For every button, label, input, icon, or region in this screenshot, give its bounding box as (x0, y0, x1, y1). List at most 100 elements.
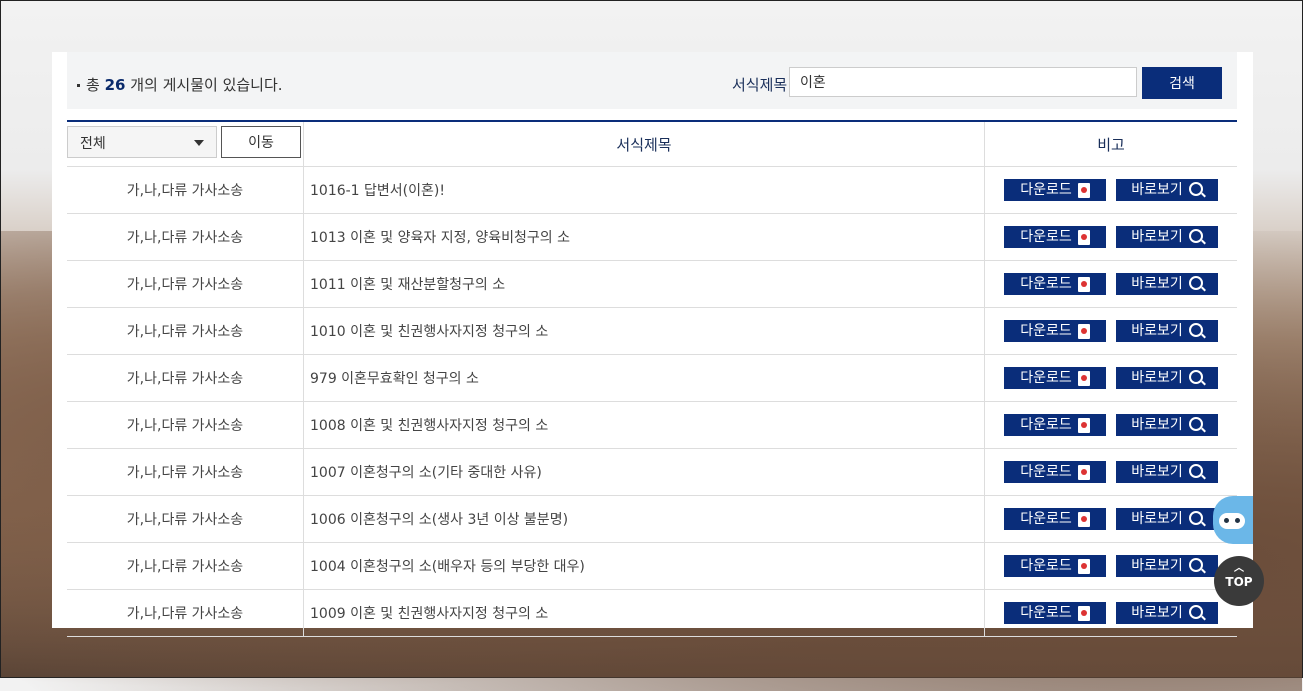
move-button[interactable]: 이동 (221, 126, 301, 158)
count-prefix: 총 (86, 76, 100, 94)
search-icon (1188, 275, 1203, 290)
download-label: 다운로드 (1020, 511, 1072, 527)
row-title[interactable]: 1007 이혼청구의 소(기타 중대한 사유) (303, 448, 985, 496)
table-row: 가,나,다류 가사소송 1006 이혼청구의 소(생사 3년 이상 불분명) 다운로… (67, 495, 1237, 543)
scroll-top-button[interactable]: ︿ TOP (1214, 556, 1264, 606)
view-label: 바로보기 (1131, 605, 1183, 621)
row-category: 가,나,다류 가사소송 (67, 589, 304, 637)
row-category: 가,나,다류 가사소송 (67, 448, 304, 496)
search-icon (1188, 557, 1203, 572)
download-button[interactable]: 다운로드 (1004, 508, 1106, 530)
file-icon (1077, 323, 1090, 339)
table-row: 가,나,다류 가사소송 1011 이혼 및 재산분할청구의 소 다운로드 바로보기 (67, 260, 1237, 308)
view-button[interactable]: 바로보기 (1116, 320, 1218, 342)
board-panel: 총 26 개의 게시물이 있습니다. 서식제목 검색 전체 이동 서식제목 비고… (52, 52, 1253, 637)
row-category: 가,나,다류 가사소송 (67, 401, 304, 449)
table-row: 가,나,다류 가사소송 1013 이혼 및 양육자 지정, 양육비청구의 소 다운로… (67, 213, 1237, 261)
table-header-row: 전체 이동 서식제목 비고 (67, 121, 1237, 167)
download-label: 다운로드 (1020, 417, 1072, 433)
row-category: 가,나,다류 가사소송 (67, 542, 304, 590)
download-button[interactable]: 다운로드 (1004, 179, 1106, 201)
file-icon (1077, 511, 1090, 527)
row-actions: 다운로드 바로보기 (984, 495, 1237, 543)
row-actions: 다운로드 바로보기 (984, 166, 1237, 214)
download-button[interactable]: 다운로드 (1004, 602, 1106, 624)
search-icon (1188, 416, 1203, 431)
search-icon (1188, 322, 1203, 337)
download-button[interactable]: 다운로드 (1004, 555, 1106, 577)
category-select-value: 전체 (80, 136, 106, 152)
row-actions: 다운로드 바로보기 (984, 448, 1237, 496)
row-category: 가,나,다류 가사소송 (67, 495, 304, 543)
view-button[interactable]: 바로보기 (1116, 273, 1218, 295)
robot-icon (1219, 513, 1245, 529)
note-header: 비고 (984, 121, 1237, 167)
row-title[interactable]: 1011 이혼 및 재산분할청구의 소 (303, 260, 985, 308)
view-label: 바로보기 (1131, 182, 1183, 198)
view-button[interactable]: 바로보기 (1116, 414, 1218, 436)
view-label: 바로보기 (1131, 323, 1183, 339)
row-title[interactable]: 1010 이혼 및 친권행사자지정 청구의 소 (303, 307, 985, 355)
view-label: 바로보기 (1131, 558, 1183, 574)
view-button[interactable]: 바로보기 (1116, 508, 1218, 530)
view-button[interactable]: 바로보기 (1116, 555, 1218, 577)
download-button[interactable]: 다운로드 (1004, 367, 1106, 389)
download-button[interactable]: 다운로드 (1004, 320, 1106, 342)
row-title[interactable]: 1004 이혼청구의 소(배우자 등의 부당한 대우) (303, 542, 985, 590)
top-label: TOP (1225, 575, 1253, 589)
file-icon (1077, 182, 1090, 198)
view-label: 바로보기 (1131, 464, 1183, 480)
download-label: 다운로드 (1020, 182, 1072, 198)
view-button[interactable]: 바로보기 (1116, 367, 1218, 389)
title-header: 서식제목 (303, 121, 985, 167)
search-icon (1188, 463, 1203, 478)
view-button[interactable]: 바로보기 (1116, 461, 1218, 483)
row-title[interactable]: 1009 이혼 및 친권행사자지정 청구의 소 (303, 589, 985, 637)
download-button[interactable]: 다운로드 (1004, 226, 1106, 248)
search-bar: 총 26 개의 게시물이 있습니다. 서식제목 검색 (67, 52, 1237, 109)
row-actions: 다운로드 바로보기 (984, 401, 1237, 449)
file-icon (1077, 464, 1090, 480)
download-label: 다운로드 (1020, 229, 1072, 245)
download-button[interactable]: 다운로드 (1004, 273, 1106, 295)
form-table: 전체 이동 서식제목 비고 가,나,다류 가사소송 1016-1 답변서(이혼)!… (67, 120, 1237, 637)
row-category: 가,나,다류 가사소송 (67, 213, 304, 261)
search-button[interactable]: 검색 (1142, 67, 1222, 99)
search-input[interactable] (789, 67, 1137, 97)
chatbot-button[interactable] (1213, 496, 1253, 544)
count-number: 26 (104, 76, 126, 94)
search-label: 서식제목 (732, 76, 788, 94)
view-button[interactable]: 바로보기 (1116, 226, 1218, 248)
view-label: 바로보기 (1131, 276, 1183, 292)
table-row: 가,나,다류 가사소송 1016-1 답변서(이혼)! 다운로드 바로보기 (67, 166, 1237, 214)
table-row: 가,나,다류 가사소송 1010 이혼 및 친권행사자지정 청구의 소 다운로드 바로… (67, 307, 1237, 355)
row-title[interactable]: 1016-1 답변서(이혼)! (303, 166, 985, 214)
bullet-icon (77, 84, 80, 87)
download-label: 다운로드 (1020, 276, 1072, 292)
file-icon (1077, 417, 1090, 433)
row-title[interactable]: 1013 이혼 및 양육자 지정, 양육비청구의 소 (303, 213, 985, 261)
view-label: 바로보기 (1131, 417, 1183, 433)
row-actions: 다운로드 바로보기 (984, 542, 1237, 590)
row-actions: 다운로드 바로보기 (984, 260, 1237, 308)
category-select[interactable]: 전체 (67, 126, 217, 158)
table-body: 가,나,다류 가사소송 1016-1 답변서(이혼)! 다운로드 바로보기 가,나,다류… (67, 166, 1237, 637)
search-icon (1188, 604, 1203, 619)
download-label: 다운로드 (1020, 558, 1072, 574)
file-icon (1077, 605, 1090, 621)
row-title[interactable]: 1008 이혼 및 친권행사자지정 청구의 소 (303, 401, 985, 449)
row-actions: 다운로드 바로보기 (984, 589, 1237, 637)
row-title[interactable]: 1006 이혼청구의 소(생사 3년 이상 불분명) (303, 495, 985, 543)
download-button[interactable]: 다운로드 (1004, 461, 1106, 483)
search-icon (1188, 510, 1203, 525)
view-label: 바로보기 (1131, 511, 1183, 527)
search-icon (1188, 369, 1203, 384)
row-category: 가,나,다류 가사소송 (67, 307, 304, 355)
row-title[interactable]: 979 이혼무효확인 청구의 소 (303, 354, 985, 402)
chevron-down-icon (194, 140, 204, 146)
file-icon (1077, 276, 1090, 292)
view-button[interactable]: 바로보기 (1116, 602, 1218, 624)
download-button[interactable]: 다운로드 (1004, 414, 1106, 436)
view-button[interactable]: 바로보기 (1116, 179, 1218, 201)
row-actions: 다운로드 바로보기 (984, 354, 1237, 402)
